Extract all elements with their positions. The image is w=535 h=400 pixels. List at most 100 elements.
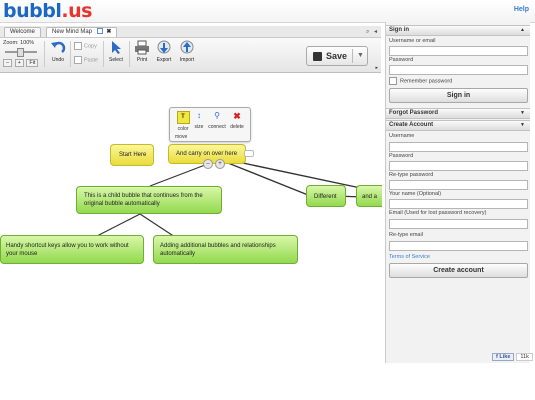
connect-label: connect [208,124,226,130]
toolbar-divider [129,41,130,67]
copy-button[interactable]: Copy [74,42,97,50]
bubble-edge-handle[interactable] [244,150,254,157]
your-name-input[interactable] [389,199,528,209]
connection-line [139,213,176,238]
signin-button[interactable]: Sign in [389,88,528,103]
copy-icon [74,42,82,50]
export-button[interactable]: Export [154,40,174,63]
undo-button[interactable]: Undo [48,40,68,63]
bubble-shortcut-keys[interactable]: Handy shortcut keys allow you to work wi… [0,235,144,264]
connection-line [94,213,141,238]
delete-button[interactable]: ✖ delete [228,111,246,130]
printer-icon [135,40,149,55]
tab-options-icon[interactable] [96,28,103,35]
bubble-partial[interactable]: and a [356,185,382,207]
chevron-down-icon[interactable]: ▼ [520,109,525,118]
tab-scroll-left-icon[interactable]: ◂ [374,29,377,35]
bubble-text: Handy shortcut keys allow you to work wi… [6,243,129,257]
delete-label: delete [230,124,244,130]
signin-section-header[interactable]: Sign in ▲ [386,25,530,36]
bubbl-logo[interactable]: bubbl.us [3,1,92,21]
select-label: Select [109,57,123,63]
save-label: Save [326,51,348,61]
logo-suffix: us [68,0,92,22]
zoom-in-button[interactable]: + [14,59,24,67]
chevron-down-icon[interactable]: ▼ [357,47,364,65]
toolbar-divider [44,41,45,67]
chevron-up-icon[interactable]: ▲ [520,26,525,35]
bubble-text: and a [362,194,378,200]
bubble-child[interactable]: This is a child bubble that continues fr… [76,186,222,214]
bubble-text: Adding additional bubbles and relationsh… [160,243,276,257]
forgot-password-header[interactable]: Forgot Password ▼ [386,108,530,119]
account-sidebar: Sign in ▲ Username or email Password Rem… [385,22,530,363]
import-button[interactable]: Import [177,40,197,63]
bubble-controls: – + [203,159,227,169]
connection-line [223,158,371,191]
facebook-icon: f [496,354,498,360]
zoom-fit-button[interactable]: Fit [26,59,39,67]
connect-button[interactable]: ⚲ connect [208,111,226,130]
create-account-header[interactable]: Create Account ▼ [386,120,530,131]
app-header: bubbl.us Help [0,0,535,23]
bubble-start-here[interactable]: Start Here [110,144,154,166]
size-button[interactable]: ↕ size [190,111,208,130]
export-icon [157,40,171,54]
bubble-additional[interactable]: Adding additional bubbles and relationsh… [153,235,298,264]
username-label: Username or email [389,38,436,44]
password-label: Password [389,153,414,159]
toolbar-scroll-right-icon[interactable]: ▸ [375,65,378,71]
print-label: Print [136,57,148,63]
checkbox-box[interactable] [389,77,397,85]
help-link[interactable]: Help [514,6,529,13]
size-label: size [194,124,204,130]
add-child-icon[interactable]: + [215,159,225,169]
section-title: Forgot Password [389,110,439,116]
create-account-button[interactable]: Create account [389,263,528,278]
search-icon[interactable]: ⌕ [366,29,369,35]
paste-label: Paste [84,57,99,64]
zoom-out-button[interactable]: – [3,59,13,67]
like-count: 11k [516,353,533,361]
paste-icon [74,56,82,64]
tab-new-mind-map[interactable]: New Mind Map ✖ [46,27,118,37]
move-handle[interactable]: move [175,134,187,140]
signin-password-input[interactable] [389,65,528,75]
copy-label: Copy [84,43,97,50]
collapse-icon[interactable]: – [203,159,213,169]
import-icon [180,40,194,54]
paste-button[interactable]: Paste [74,56,98,64]
import-label: Import [179,57,195,63]
page-footer [0,363,535,400]
resize-arrows-icon: ↕ [197,111,201,120]
tab-label: Welcome [10,29,35,35]
retype-email-input[interactable] [389,241,528,251]
email-input[interactable] [389,219,528,229]
close-tab-icon[interactable]: ✖ [106,29,111,35]
section-title: Sign in [389,27,409,33]
create-username-input[interactable] [389,142,528,152]
remember-password-checkbox[interactable]: Remember password [389,77,452,85]
retype-password-input[interactable] [389,180,528,190]
your-name-label: Your name (Optional) [389,191,442,197]
bubble-text: This is a child bubble that continues fr… [84,193,203,207]
save-divider [352,49,353,63]
tab-welcome[interactable]: Welcome [4,27,41,37]
retype-password-label: Re-type password [389,172,434,178]
zoom-slider-handle[interactable] [17,48,24,57]
chevron-down-icon[interactable]: ▼ [520,121,525,130]
signin-username-input[interactable] [389,46,528,56]
mind-map-canvas[interactable]: Start Here And carry on over here This i… [0,73,382,363]
select-button[interactable]: Select [106,40,126,63]
bubble-different[interactable]: Different [306,185,346,207]
logo-text: bubbl [3,0,62,22]
create-password-input[interactable] [389,161,528,171]
facebook-like-button[interactable]: f Like [492,353,515,361]
save-button[interactable]: Save ▼ [306,46,368,66]
terms-of-service-link[interactable]: Terms of Service [389,254,430,260]
color-label: color [177,126,189,132]
delete-x-icon: ✖ [233,111,241,121]
bubble-text: And carry on over here [176,151,238,157]
tab-tools: ⌕ ◂ [366,28,377,36]
print-button[interactable]: Print [132,40,152,63]
